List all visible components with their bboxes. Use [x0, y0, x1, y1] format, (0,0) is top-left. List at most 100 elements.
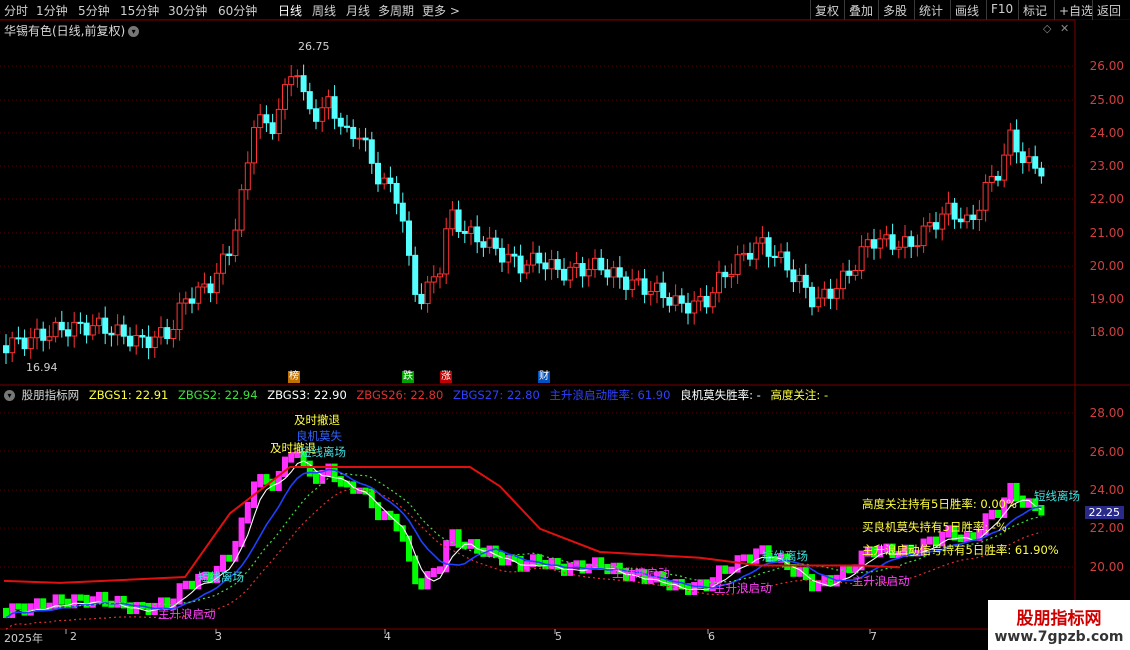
candle-body: [716, 271, 722, 294]
signal-bar: [424, 571, 431, 590]
candle-body: [257, 114, 264, 129]
candle-body: [139, 335, 146, 338]
diamond-icon[interactable]: ◇: [1043, 22, 1051, 35]
candle-body: [666, 297, 673, 306]
candle-body: [598, 257, 605, 271]
date-label: 3: [215, 630, 222, 643]
candle-body: [430, 276, 437, 283]
indicator-tick: 22.00: [1089, 521, 1124, 535]
candle-body: [976, 209, 983, 221]
signal-bar: [691, 582, 698, 595]
candle-body: [734, 254, 741, 275]
candle-body: [251, 127, 257, 164]
candle-body: [964, 214, 970, 223]
signal-bar: [393, 513, 400, 532]
candle-body: [393, 182, 400, 204]
candle-body: [337, 117, 344, 127]
candle-body: [58, 321, 65, 331]
chevron-down-icon[interactable]: ▾: [128, 26, 140, 37]
candle-body: [263, 114, 270, 124]
date-label: 4: [384, 630, 391, 643]
stock-title: 华锡有色(日线,前复权): [4, 24, 126, 38]
candle-body: [629, 279, 636, 290]
candle-body: [449, 209, 456, 230]
candle-body: [871, 239, 877, 249]
event-marker-drop[interactable]: 跌: [402, 371, 414, 383]
candle-body: [654, 282, 660, 292]
signal-label-main-wave: 主升浪启动: [158, 607, 216, 621]
close-icon[interactable]: ✕: [1060, 22, 1069, 35]
candle-body: [511, 253, 518, 257]
price-tick: 23.00: [1089, 159, 1124, 173]
event-marker-finance[interactable]: 财: [538, 371, 550, 383]
watermark-title: 股朋指标网: [1016, 609, 1102, 629]
candle-body: [523, 264, 530, 274]
candle-body: [691, 300, 698, 314]
candle-body: [895, 246, 902, 250]
candle-body: [815, 297, 822, 308]
signal-bar: [282, 456, 288, 477]
candle-body: [939, 213, 946, 230]
event-marker-rise[interactable]: 涨: [440, 371, 452, 383]
candle-body: [889, 234, 896, 250]
candle-body: [486, 237, 493, 248]
candle-body: [536, 252, 543, 264]
candle-body: [83, 322, 90, 336]
candle-body: [220, 253, 226, 274]
candle-body: [455, 209, 462, 232]
signal-label-retreat: 及时撤退: [294, 413, 340, 427]
candle-body: [182, 298, 189, 304]
candle-body: [480, 241, 487, 248]
candle-body: [858, 246, 865, 272]
candle-body: [108, 332, 115, 336]
event-marker-list[interactable]: 榜: [288, 371, 300, 383]
candle-body: [40, 328, 47, 341]
candle-body: [740, 252, 747, 256]
candle-body: [127, 335, 133, 347]
candle-body: [356, 137, 363, 140]
candle-body: [604, 269, 611, 278]
candle-body: [492, 237, 499, 249]
candle-body: [325, 96, 332, 109]
candle-body: [1032, 156, 1039, 169]
signal-label-short-exit: 短线离场: [1034, 489, 1080, 503]
candle-body: [443, 228, 450, 275]
candle-body: [375, 162, 381, 185]
candle-body: [189, 298, 195, 304]
price-tick: 25.00: [1089, 93, 1124, 107]
candle-body: [269, 122, 276, 135]
indicator-tick: 28.00: [1089, 406, 1124, 420]
candle-body: [573, 263, 580, 268]
date-label: 7: [870, 630, 877, 643]
indicator-name[interactable]: 股朋指标网: [22, 388, 80, 402]
date-label: 2025年: [4, 632, 43, 645]
candle-body: [846, 270, 853, 276]
candle-body: [685, 302, 691, 314]
signal-bar: [145, 602, 152, 615]
candle-body: [170, 328, 177, 339]
candle-body: [300, 75, 307, 93]
signal-bar: [579, 560, 586, 574]
candle-body: [120, 324, 127, 337]
signal-bar: [21, 603, 28, 616]
candle-body: [226, 253, 233, 257]
candle-body: [945, 202, 952, 215]
candle-body: [796, 274, 803, 283]
candle-body: [505, 253, 512, 263]
candle-body: [610, 267, 617, 278]
signal-bar: [257, 474, 264, 488]
candle-body: [697, 295, 704, 302]
candle-body: [616, 267, 623, 278]
signal-bar: [809, 574, 815, 592]
candle-body: [988, 175, 995, 183]
chevron-down-icon[interactable]: ▾: [4, 390, 15, 401]
price-tick: 20.00: [1089, 259, 1124, 273]
stat-opportunity: 买良机莫失持有5日胜率: -%: [862, 520, 1007, 534]
candle-body: [21, 337, 28, 350]
candle-body: [294, 75, 301, 78]
candle-body: [951, 202, 958, 220]
price-tick: 21.00: [1089, 226, 1124, 240]
signal-bar: [114, 595, 121, 608]
candle-body: [672, 295, 679, 306]
candle-body: [331, 96, 338, 119]
